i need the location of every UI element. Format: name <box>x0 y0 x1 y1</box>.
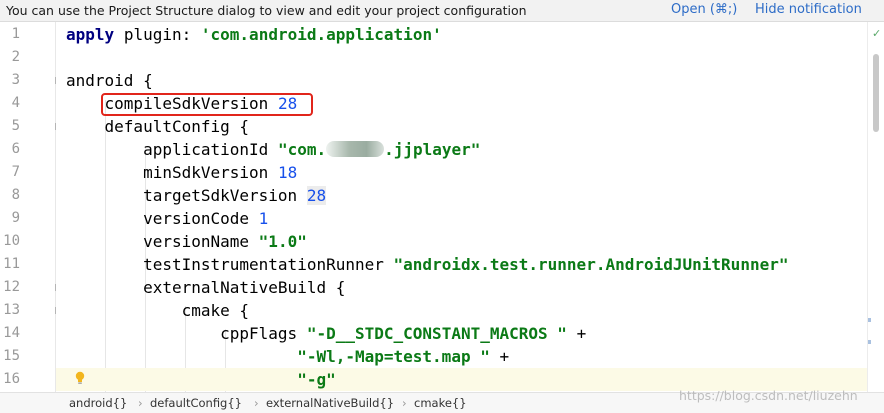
line-number: 3 <box>11 72 20 88</box>
code-line-9: versionCode 1 <box>56 207 867 230</box>
breadcrumb-separator-icon: › <box>254 396 259 410</box>
breadcrumb-default-config[interactable]: defaultConfig{} <box>150 393 242 413</box>
token-plus: + <box>576 324 587 343</box>
token-version-name: versionName <box>143 232 250 251</box>
hide-notification-link[interactable]: Hide notification <box>755 2 862 17</box>
token-cpp-flags: cppFlags <box>220 324 298 343</box>
scrollbar-thumb[interactable] <box>873 54 879 132</box>
token-target-sdk: targetSdkVersion <box>143 186 298 205</box>
token-min-sdk: minSdkVersion <box>143 163 269 182</box>
breadcrumb-cmake[interactable]: cmake{} <box>414 393 467 413</box>
line-number: 5 <box>11 118 20 134</box>
breadcrumb-separator-icon: › <box>138 396 143 410</box>
code-line-6: applicationId "com. .jjplayer" <box>56 138 867 161</box>
code-line-7: minSdkVersion 18 <box>56 161 867 184</box>
code-line-8: targetSdkVersion 28 <box>56 184 867 207</box>
code-line-11: testInstrumentationRunner "androidx.test… <box>56 253 867 276</box>
breadcrumb-android[interactable]: android{} <box>69 393 127 413</box>
code-line-14: cppFlags "-D__STDC_CONSTANT_MACROS " + <box>56 322 867 345</box>
token-string: 'com.android.application' <box>200 25 442 44</box>
token-string: "com. <box>277 140 327 159</box>
token-cmake: cmake { <box>181 301 250 320</box>
line-number: 7 <box>11 164 20 180</box>
code-line-15: "-Wl,-Map=test.map " + <box>56 345 867 368</box>
checkmark-icon[interactable]: ✓ <box>872 27 881 40</box>
line-number: 8 <box>11 187 20 203</box>
breadcrumb-external-native-build[interactable]: externalNativeBuild{} <box>266 393 394 413</box>
code-editor[interactable]: apply plugin: 'com.android.application' … <box>56 22 867 392</box>
token-string: "androidx.test.runner.AndroidJUnitRunner… <box>393 255 789 274</box>
code-line-1: apply plugin: 'com.android.application' <box>56 23 867 46</box>
error-stripe-mark[interactable] <box>868 318 871 322</box>
token-number-warning[interactable]: 28 <box>306 186 327 205</box>
highlight-box <box>101 93 313 116</box>
line-number: 2 <box>11 49 20 65</box>
token-android-block: android { <box>66 71 153 90</box>
line-number: 14 <box>3 325 20 341</box>
notification-message: You can use the Project Structure dialog… <box>6 3 527 18</box>
token-default-config: defaultConfig { <box>104 117 250 136</box>
token-apply: apply <box>66 25 115 44</box>
token-number: 18 <box>277 163 298 182</box>
line-number: 10 <box>3 233 20 249</box>
token-plus: + <box>499 347 510 366</box>
line-number: 15 <box>3 348 20 364</box>
redacted-blur <box>326 141 385 157</box>
code-line-5: defaultConfig { <box>56 115 867 138</box>
vertical-scrollbar[interactable]: ✓ <box>867 22 884 392</box>
line-number: 11 <box>3 256 20 272</box>
notification-bar: You can use the Project Structure dialog… <box>0 0 884 22</box>
line-number: 1 <box>11 26 20 42</box>
line-number: 12 <box>3 279 20 295</box>
token-test-runner: testInstrumentationRunner <box>143 255 384 274</box>
token-external-native-build: externalNativeBuild { <box>143 278 346 297</box>
code-line-13: cmake { <box>56 299 867 322</box>
token-string: "-g" <box>297 370 336 389</box>
lightbulb-icon[interactable] <box>74 371 86 385</box>
token-string: "1.0" <box>258 232 307 251</box>
line-number: 4 <box>11 95 20 111</box>
line-number: 6 <box>11 141 20 157</box>
code-line-3: android { <box>56 69 867 92</box>
token-string: "-Wl,-Map=test.map " <box>297 347 490 366</box>
token-string: "-D__STDC_CONSTANT_MACROS " <box>306 324 567 343</box>
line-number: 13 <box>3 302 20 318</box>
line-number: 9 <box>11 210 20 226</box>
code-line-12: externalNativeBuild { <box>56 276 867 299</box>
token-version-code: versionCode <box>143 209 250 228</box>
token-application-id: applicationId <box>143 140 269 159</box>
breadcrumb-separator-icon: › <box>402 396 407 410</box>
line-number-gutter[interactable]: 1 2 3 4 5 6 7 8 9 10 11 12 13 14 15 16 <box>0 22 62 392</box>
line-number: 16 <box>3 371 20 387</box>
code-line-10: versionName "1.0" <box>56 230 867 253</box>
open-project-structure-link[interactable]: Open (⌘;) <box>671 2 737 17</box>
error-stripe-mark[interactable] <box>868 340 871 344</box>
token-plugin: plugin: <box>123 25 192 44</box>
token-string: .jjplayer" <box>384 140 481 159</box>
token-number: 1 <box>258 209 269 228</box>
watermark: https://blog.csdn.net/liuzehn <box>679 388 858 403</box>
